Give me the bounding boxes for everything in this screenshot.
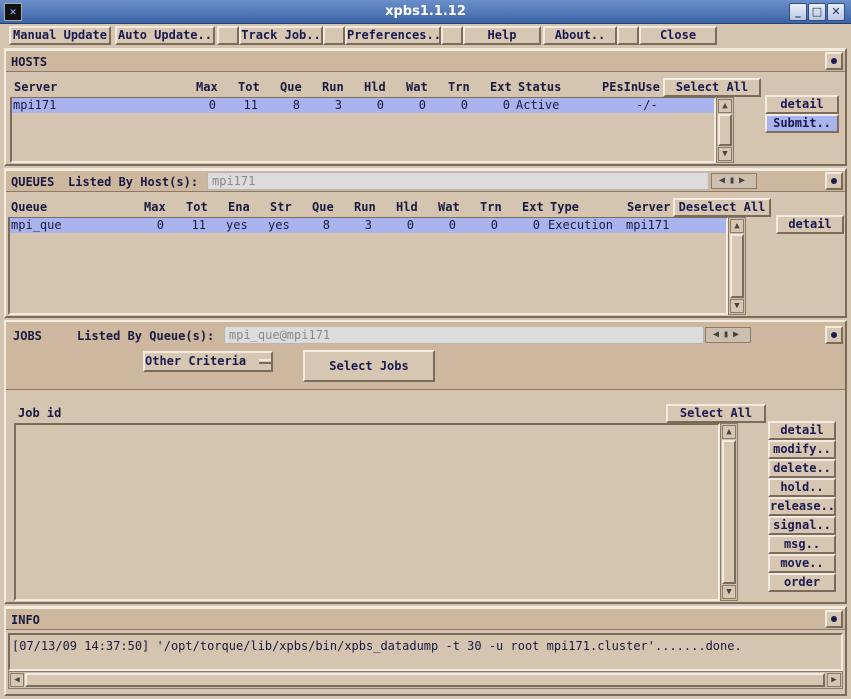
jobs-scrollbar[interactable]: ▲ ▼	[720, 423, 738, 601]
col-str: Str	[270, 200, 292, 214]
col-run: Run	[322, 80, 344, 94]
queues-filter-scroll-icon[interactable]: ◀▮▶	[711, 173, 757, 189]
hosts-detail-button[interactable]: detail	[765, 95, 839, 114]
window-title: xpbs1.1.12	[385, 4, 466, 19]
job-move-button[interactable]: move..	[768, 554, 836, 573]
col-type: Type	[550, 200, 579, 214]
col-hld: Hld	[364, 80, 386, 94]
menu-indicator-icon	[259, 359, 272, 364]
queues-host-filter-input[interactable]: mpi171	[207, 172, 709, 190]
submit-button[interactable]: Submit..	[765, 114, 839, 133]
col-ext: Ext	[522, 200, 544, 214]
col-wat: Wat	[438, 200, 460, 214]
manual-update-button[interactable]: Manual Update	[9, 26, 111, 45]
scroll-left-icon[interactable]: ◀	[10, 673, 24, 687]
scroll-up-icon[interactable]: ▲	[718, 99, 732, 113]
col-trn: Trn	[448, 80, 470, 94]
col-pesinuse: PEsInUse	[602, 80, 660, 94]
scroll-down-icon[interactable]: ▼	[718, 147, 732, 161]
queues-deselect-all-button[interactable]: Deselect All	[673, 198, 771, 217]
job-release-button[interactable]: release..	[768, 497, 836, 516]
queues-toggle-icon[interactable]	[825, 172, 843, 190]
scroll-thumb[interactable]	[722, 440, 736, 584]
track-job-toggle[interactable]	[323, 26, 345, 45]
col-max: Max	[196, 80, 218, 94]
col-max: Max	[144, 200, 166, 214]
scroll-right-icon[interactable]: ▶	[827, 673, 841, 687]
jobs-filter-scroll-icon[interactable]: ◀▮▶	[705, 327, 751, 343]
track-job-button[interactable]: Track Job..	[239, 26, 323, 45]
queues-listed-by-label: Listed By Host(s):	[68, 175, 199, 189]
info-log-text: [07/13/09 14:37:50] '/opt/torque/lib/xpb…	[12, 639, 742, 653]
select-jobs-button[interactable]: Select Jobs	[303, 350, 435, 382]
hosts-toggle-icon[interactable]	[825, 52, 843, 70]
scroll-up-icon[interactable]: ▲	[722, 425, 736, 439]
spacer-button-2[interactable]	[617, 26, 639, 45]
jobs-select-all-button[interactable]: Select All	[666, 404, 766, 423]
col-job-id: Job id	[18, 406, 62, 420]
job-detail-button[interactable]: detail	[768, 421, 836, 440]
col-que: Que	[280, 80, 302, 94]
jobs-queue-filter-input[interactable]: mpi_que@mpi171	[224, 326, 704, 344]
hosts-select-all-button[interactable]: Select All	[663, 78, 761, 97]
col-wat: Wat	[406, 80, 428, 94]
spacer-button[interactable]	[441, 26, 463, 45]
info-header: INFO	[6, 608, 845, 630]
job-signal-button[interactable]: signal..	[768, 516, 836, 535]
col-ena: Ena	[228, 200, 250, 214]
col-tot: Tot	[238, 80, 260, 94]
maximize-icon[interactable]: □	[808, 3, 826, 21]
close-button[interactable]: Close	[639, 26, 717, 45]
preferences-button[interactable]: Preferences..	[345, 26, 441, 45]
col-trn: Trn	[480, 200, 502, 214]
auto-update-toggle[interactable]	[217, 26, 239, 45]
scroll-thumb[interactable]	[730, 234, 744, 298]
auto-update-button[interactable]: Auto Update..	[115, 26, 215, 45]
close-icon[interactable]: ✕	[827, 3, 845, 21]
col-hld: Hld	[396, 200, 418, 214]
info-log[interactable]: [07/13/09 14:37:50] '/opt/torque/lib/xpb…	[8, 633, 843, 671]
col-queue: Queue	[11, 200, 48, 214]
job-modify-button[interactable]: modify..	[768, 440, 836, 459]
col-run: Run	[354, 200, 376, 214]
scroll-down-icon[interactable]: ▼	[730, 299, 744, 313]
col-que: Que	[312, 200, 334, 214]
jobs-list[interactable]	[14, 423, 720, 601]
info-hscrollbar[interactable]: ◀ ▶	[8, 671, 843, 689]
col-tot: Tot	[186, 200, 208, 214]
jobs-listed-by-label: Listed By Queue(s):	[77, 329, 215, 343]
hosts-header: HOSTS	[6, 50, 845, 72]
table-row[interactable]: mpi171 0 11 8 3 0 0 0 0 Active -/-	[12, 98, 714, 113]
queues-section-label: QUEUES	[11, 175, 55, 189]
scroll-thumb[interactable]	[718, 114, 732, 146]
hosts-scrollbar[interactable]: ▲ ▼	[716, 97, 734, 163]
col-status: Status	[518, 80, 562, 94]
other-criteria-button[interactable]: Other Criteria	[143, 351, 273, 372]
scroll-up-icon[interactable]: ▲	[730, 219, 744, 233]
jobs-section-label: JOBS	[13, 329, 42, 343]
hosts-section-label: HOSTS	[11, 55, 48, 69]
info-section-label: INFO	[11, 613, 40, 627]
queues-scrollbar[interactable]: ▲ ▼	[728, 217, 746, 315]
job-order-button[interactable]: order	[768, 573, 836, 592]
table-row[interactable]: mpi_que 0 11 yes yes 8 3 0 0 0 0 Executi…	[10, 218, 726, 233]
col-server: Server	[14, 80, 58, 94]
scroll-thumb[interactable]	[25, 673, 825, 687]
job-delete-button[interactable]: delete..	[768, 459, 836, 478]
scroll-down-icon[interactable]: ▼	[722, 585, 736, 599]
jobs-toggle-icon[interactable]	[825, 326, 843, 344]
job-msg-button[interactable]: msg..	[768, 535, 836, 554]
col-ext: Ext	[490, 80, 512, 94]
col-server: Server	[627, 200, 671, 214]
info-toggle-icon[interactable]	[825, 610, 843, 628]
minimize-icon[interactable]: _	[789, 3, 807, 21]
job-hold-button[interactable]: hold..	[768, 478, 836, 497]
help-button[interactable]: Help	[463, 26, 541, 45]
queues-detail-button[interactable]: detail	[776, 215, 844, 234]
title-bar[interactable]: ✕ xpbs1.1.12 _ □ ✕	[0, 0, 851, 24]
about-button[interactable]: About..	[543, 26, 617, 45]
